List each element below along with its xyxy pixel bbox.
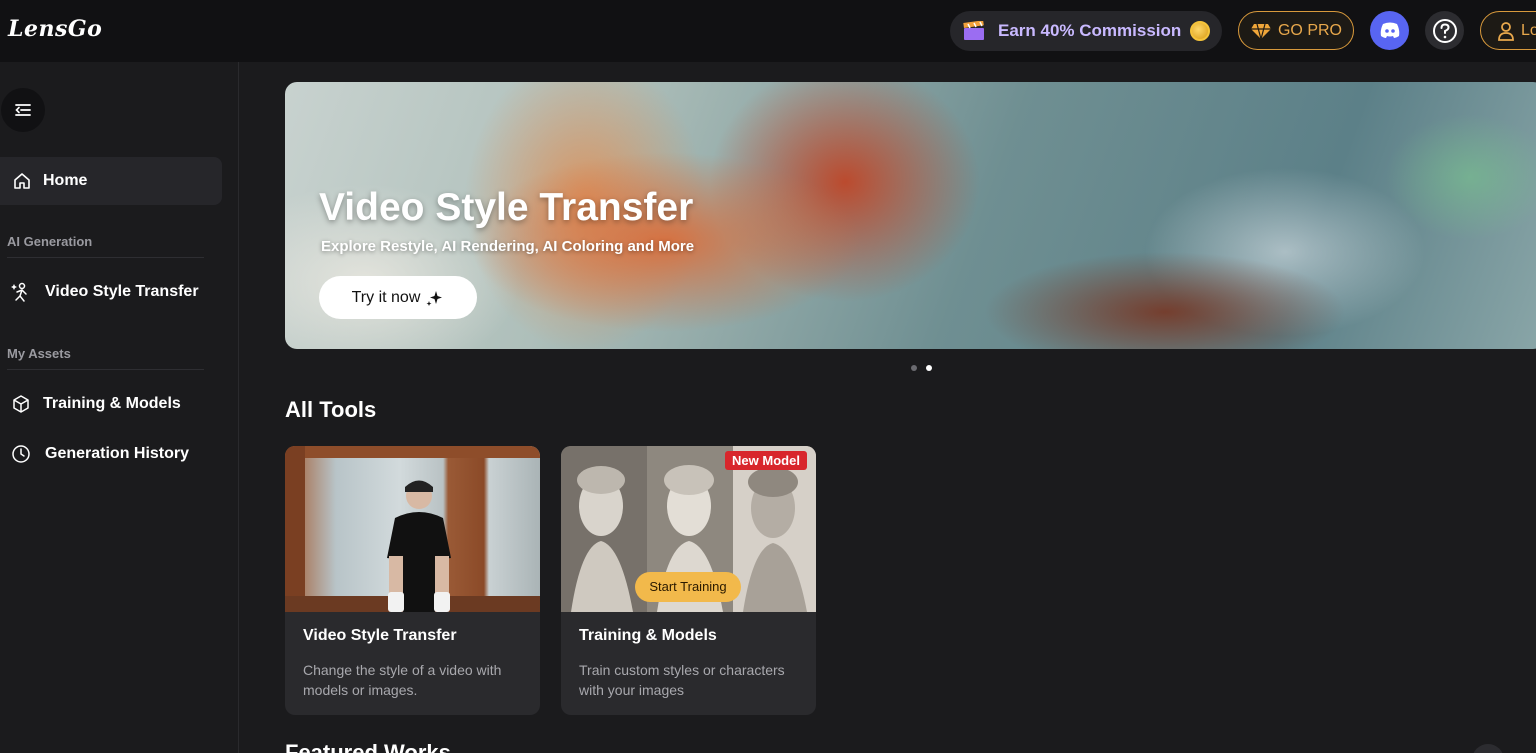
person-sparkle-icon <box>11 282 27 302</box>
top-bar: LensGo Earn 40% Commission GO PRO Lo <box>0 0 1536 62</box>
start-training-button[interactable]: Start Training <box>635 572 741 602</box>
sidebar-item-video-style-transfer[interactable]: Video Style Transfer <box>0 270 222 314</box>
dancer-figure <box>285 480 540 612</box>
discord-icon <box>1380 22 1399 38</box>
earn-commission-label: Earn 40% Commission <box>998 21 1182 40</box>
lensgo-logo[interactable]: LensGo <box>8 16 102 42</box>
menu-collapse-icon <box>15 104 31 116</box>
sidebar-item-training-models[interactable]: Training & Models <box>0 382 222 426</box>
tool-card-description: Change the style of a video with models … <box>303 662 502 698</box>
new-model-badge: New Model <box>725 451 807 470</box>
section-title-my-assets: My Assets <box>7 346 71 361</box>
coin-icon <box>1190 21 1211 41</box>
video-style-transfer-thumbnail <box>285 446 540 612</box>
sidebar: Home AI Generation Video Style Transfer … <box>0 62 239 753</box>
sidebar-item-label: Home <box>43 172 88 189</box>
sidebar-item-label: Video Style Transfer <box>45 283 199 300</box>
try-it-now-button[interactable]: Try it now <box>319 276 477 319</box>
user-icon <box>1498 21 1514 41</box>
divider <box>7 257 204 258</box>
login-label: Lo <box>1521 21 1536 39</box>
diamond-icon <box>1250 23 1271 40</box>
tool-card-description: Train custom styles or characters with y… <box>579 662 785 698</box>
banner-title: Video Style Transfer <box>319 186 694 229</box>
carousel-dot-active[interactable] <box>926 365 932 371</box>
go-pro-button[interactable]: GO PRO <box>1238 11 1354 50</box>
try-it-now-label: Try it now <box>351 288 421 306</box>
featured-works-heading: Featured Works <box>285 740 451 753</box>
discord-button[interactable] <box>1370 11 1409 50</box>
carousel-dot[interactable] <box>911 365 917 371</box>
all-tools-heading: All Tools <box>285 397 377 422</box>
banner-subtitle: Explore Restyle, AI Rendering, AI Colori… <box>321 238 695 255</box>
sidebar-item-label: Training & Models <box>43 395 181 412</box>
question-icon <box>1432 18 1457 43</box>
home-icon <box>14 173 30 189</box>
clapperboard-icon <box>963 21 984 40</box>
collapse-sidebar-button[interactable] <box>1 88 45 132</box>
clock-icon <box>12 445 30 463</box>
tool-card-title: Video Style Transfer <box>303 627 457 644</box>
tool-card-title: Training & Models <box>579 627 717 644</box>
divider <box>7 369 204 370</box>
go-pro-label: GO PRO <box>1277 21 1342 39</box>
sidebar-item-generation-history[interactable]: Generation History <box>0 432 222 476</box>
earn-commission-button[interactable]: Earn 40% Commission <box>950 11 1222 51</box>
cube-icon <box>13 395 29 413</box>
login-button[interactable]: Lo <box>1480 11 1536 50</box>
scroll-arrow-button[interactable] <box>1472 744 1504 753</box>
help-button[interactable] <box>1425 11 1464 50</box>
tool-card-video-style-transfer[interactable]: Video Style Transfer Change the style of… <box>285 446 540 715</box>
sparkle-icon <box>426 290 443 306</box>
sidebar-item-home[interactable]: Home <box>0 157 222 205</box>
carousel-dots <box>911 365 932 371</box>
section-title-ai-generation: AI Generation <box>7 234 93 249</box>
hero-banner[interactable]: Video Style Transfer Explore Restyle, AI… <box>285 82 1536 349</box>
sidebar-item-label: Generation History <box>45 445 190 462</box>
